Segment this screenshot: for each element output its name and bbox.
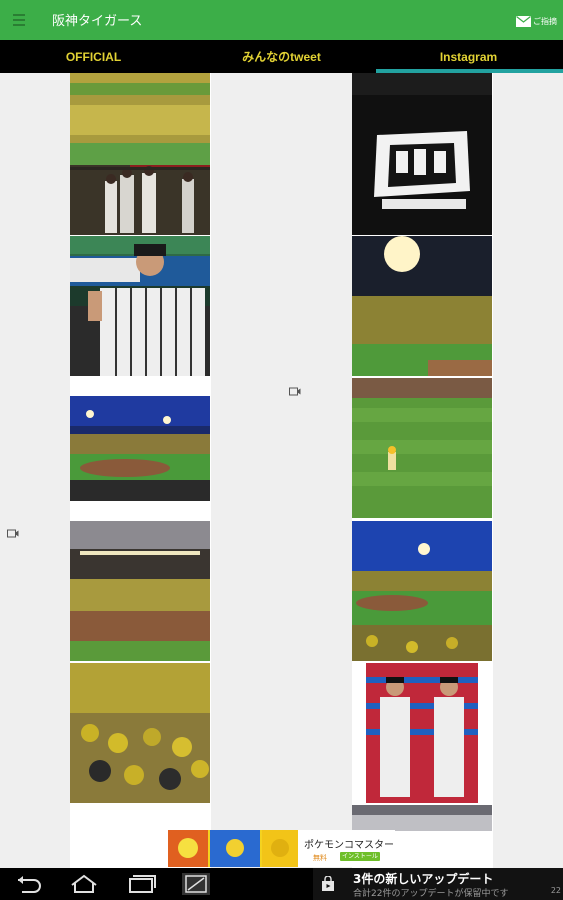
mail-icon: [516, 15, 531, 27]
photo-mascot-on-field[interactable]: [352, 378, 492, 518]
tab-official[interactable]: OFFICIAL: [0, 40, 187, 73]
ad-price: 無料: [313, 854, 327, 862]
photo-night-stadium[interactable]: [70, 396, 210, 501]
photo-night-field-crowd[interactable]: [352, 521, 492, 661]
photo-stadium-crowd[interactable]: [70, 73, 210, 95]
ad-title: ポケモンコマスター: [304, 840, 394, 851]
photo-stadium-dusk[interactable]: [70, 521, 210, 661]
photo-stadium-lights[interactable]: [352, 236, 492, 376]
home-icon[interactable]: [64, 872, 104, 896]
photo-two-players-posing[interactable]: [352, 663, 492, 803]
video-icon: [7, 529, 19, 538]
photo-fans-crowd[interactable]: [70, 663, 210, 803]
video-icon: [289, 387, 301, 396]
menu-icon[interactable]: [13, 14, 25, 26]
tab-tweet[interactable]: みんなのtweet: [188, 40, 375, 73]
ad-banner[interactable]: ポケモンコマスター 無料 インストール: [168, 830, 395, 867]
screenshot-icon[interactable]: [176, 872, 216, 896]
recents-icon[interactable]: [122, 872, 162, 896]
photo-stadium-partial[interactable]: [352, 805, 492, 831]
back-icon[interactable]: [8, 872, 48, 896]
photo-player-portrait[interactable]: [70, 236, 210, 376]
status-clock: 22: [550, 886, 561, 895]
app-bar: 阪神タイガース ご指摘: [0, 0, 563, 40]
update-notification[interactable]: 3件の新しいアップデート 合計22件のアップデートが保留中です 22: [313, 868, 563, 900]
notification-subtitle: 合計22件のアップデートが保留中です: [353, 889, 509, 899]
instagram-feed[interactable]: [0, 73, 563, 868]
contact-label: ご指摘: [533, 16, 557, 26]
ad-thumbnails: [168, 830, 298, 867]
store-bag-icon: [322, 876, 334, 891]
notification-title: 3件の新しいアップデート: [353, 872, 494, 886]
photo-players-in-dugout[interactable]: [70, 95, 210, 235]
contact-button[interactable]: ご指摘: [516, 14, 557, 28]
app-title: 阪神タイガース: [52, 14, 143, 29]
photo-dark-strip[interactable]: [352, 73, 492, 95]
ad-install-button[interactable]: インストール: [340, 852, 380, 861]
photo-commemorative-logo[interactable]: [352, 95, 492, 235]
